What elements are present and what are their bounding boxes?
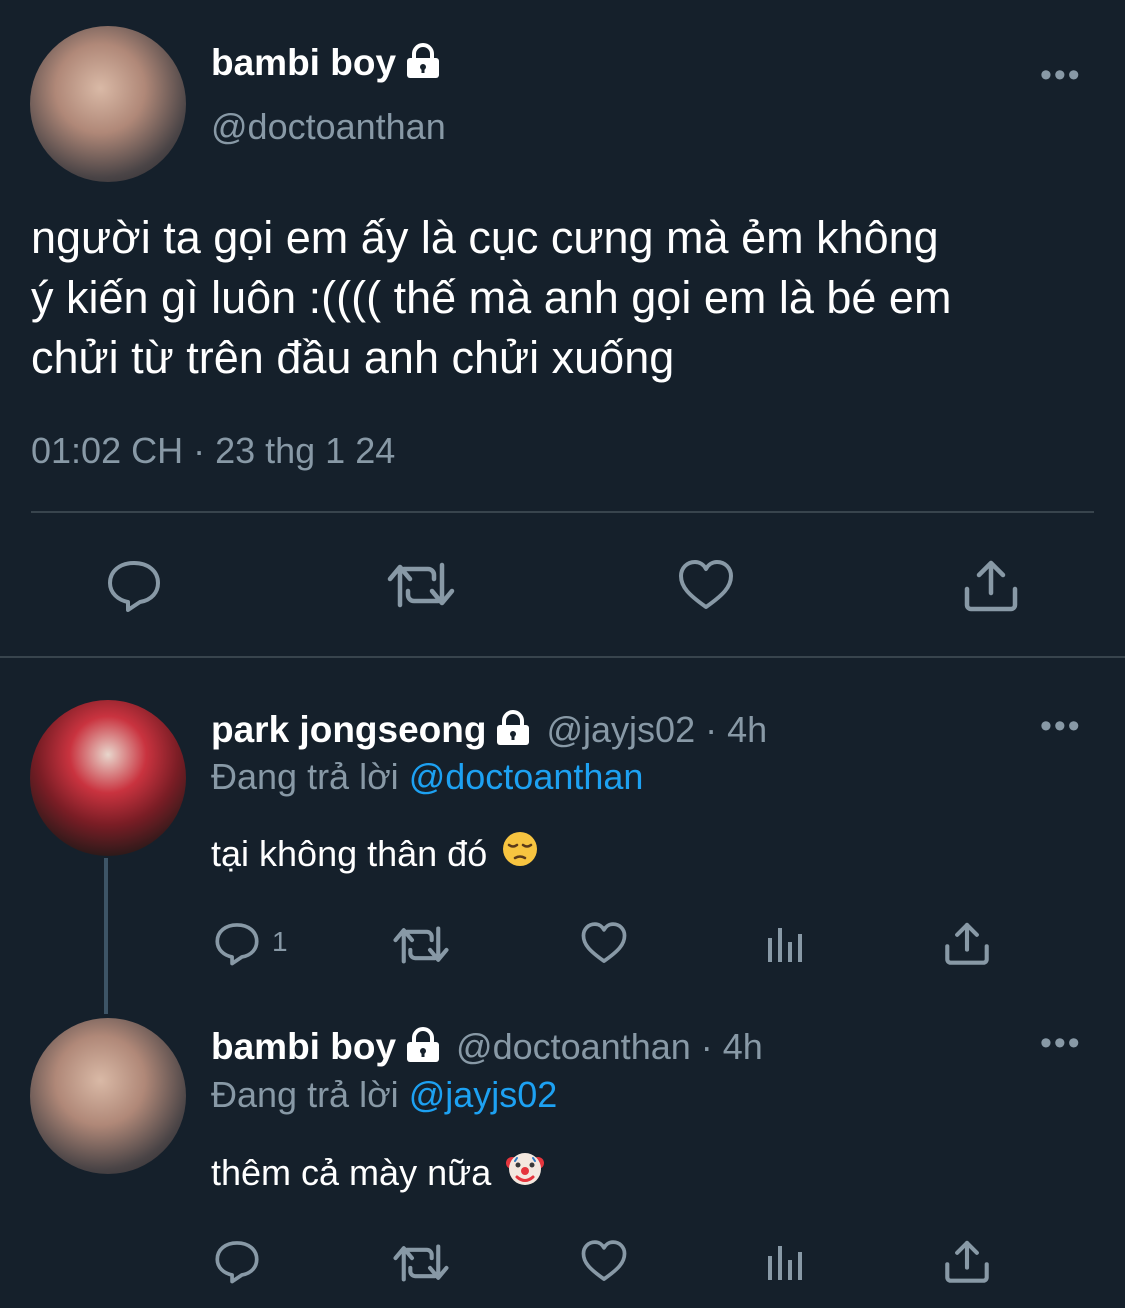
lock-icon: [404, 42, 442, 84]
retweet-icon[interactable]: [392, 1240, 450, 1286]
analytics-icon[interactable]: [766, 920, 806, 964]
timestamp[interactable]: · 4h: [701, 1026, 763, 1068]
display-name[interactable]: bambi boy: [211, 42, 396, 84]
thread-line: [104, 858, 108, 1014]
timestamp[interactable]: 01:02 CH · 23 thg 1 24: [31, 430, 395, 472]
more-icon[interactable]: •••: [1040, 56, 1082, 95]
more-icon[interactable]: •••: [1040, 1024, 1082, 1063]
pensive-face-emoji: [501, 830, 539, 877]
avatar[interactable]: [30, 1018, 186, 1174]
tweet-text: người ta gọi em ấy là cục cưng mà ẻm khô…: [31, 212, 952, 383]
avatar[interactable]: [30, 26, 186, 182]
handle[interactable]: @doctoanthan: [456, 1026, 691, 1068]
like-icon[interactable]: [580, 1238, 628, 1284]
like-icon[interactable]: [677, 557, 735, 613]
lock-icon: [404, 1026, 442, 1068]
divider: [0, 656, 1125, 658]
display-name[interactable]: bambi boy: [211, 1026, 396, 1068]
reply-count: 1: [272, 926, 288, 957]
lock-icon: [494, 709, 532, 751]
mention-link[interactable]: @doctoanthan: [409, 756, 644, 797]
retweet-icon[interactable]: [392, 922, 450, 968]
replying-to: Đang trả lời @doctoanthan: [211, 756, 644, 797]
reply-text: thêm cả mày nữa: [211, 1148, 545, 1197]
reply-icon[interactable]: [106, 557, 162, 613]
share-icon[interactable]: [963, 557, 1019, 613]
handle[interactable]: @doctoanthan: [211, 106, 446, 148]
clown-face-emoji: [505, 1148, 545, 1197]
reply-header: bambi boy @doctoanthan · 4h: [211, 1024, 763, 1070]
divider: [31, 511, 1094, 513]
mention-link[interactable]: @jayjs02: [409, 1074, 558, 1115]
more-icon[interactable]: •••: [1040, 707, 1082, 746]
analytics-icon[interactable]: [766, 1238, 806, 1282]
avatar[interactable]: [30, 700, 186, 856]
like-icon[interactable]: [580, 920, 628, 966]
reply-icon[interactable]: [214, 920, 260, 966]
timestamp[interactable]: · 4h: [705, 709, 767, 751]
replying-to: Đang trả lời @jayjs02: [211, 1074, 558, 1115]
reply-text: tại không thân đó: [211, 830, 539, 877]
reply-header: park jongseong @jayjs02 · 4h: [211, 707, 767, 753]
retweet-icon[interactable]: [386, 557, 456, 613]
author-row: bambi boy: [211, 40, 442, 86]
handle[interactable]: @jayjs02: [546, 709, 695, 751]
share-icon[interactable]: [944, 920, 990, 966]
reply-icon[interactable]: [214, 1238, 260, 1284]
display-name[interactable]: park jongseong: [211, 709, 486, 751]
share-icon[interactable]: [944, 1238, 990, 1284]
